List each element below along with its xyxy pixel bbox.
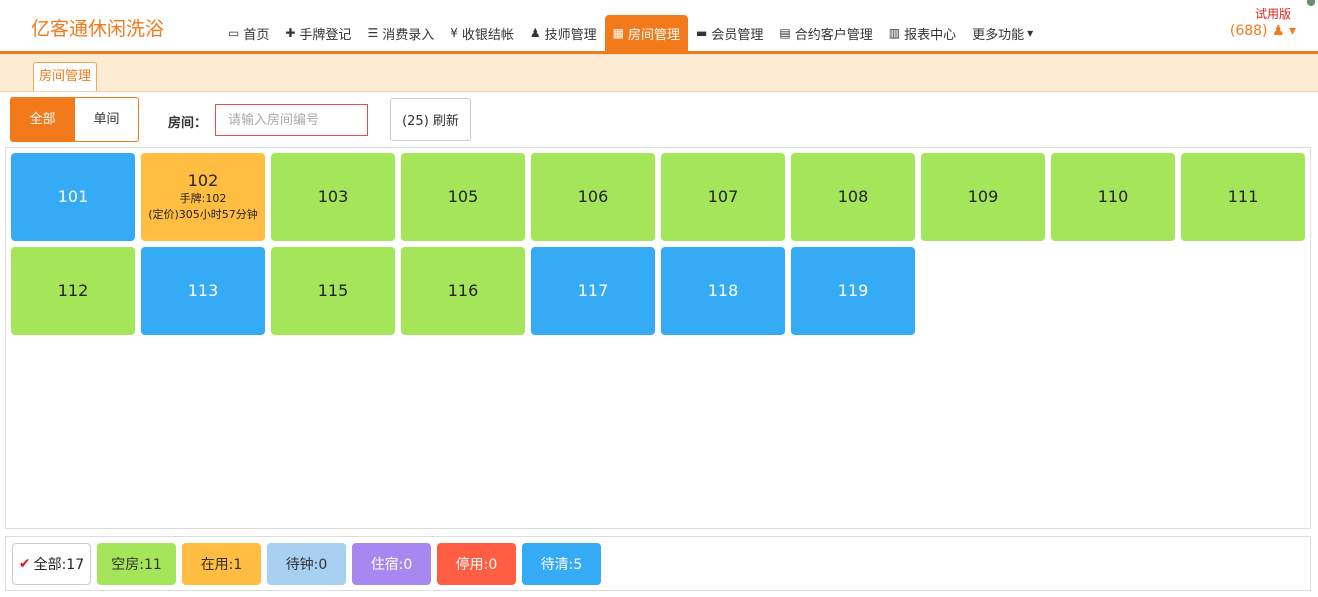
nav-item-label: 消费录入 [382, 27, 435, 43]
grid-icon: ▦ [612, 26, 624, 40]
trial-badge: 试用版 [1254, 7, 1291, 21]
room-search-label: 房间： [168, 116, 208, 131]
nav-item-label: 更多功能 [972, 27, 1025, 43]
user-icon: ♟ [529, 26, 541, 40]
room-number: 107 [707, 187, 739, 206]
nav-item-label: 手牌登记 [299, 27, 352, 43]
status-chip-all[interactable]: ✔ 全部:17 [12, 543, 91, 585]
nav-item-8[interactable]: ▥ 报表中心 [881, 15, 964, 51]
status-chip-lodging[interactable]: 住宿:0 [352, 543, 431, 585]
nav-item-label: 首页 [243, 27, 270, 43]
status-chip-disabled[interactable]: 停用:0 [437, 543, 516, 585]
room-tile[interactable]: 107 [661, 153, 785, 241]
user-id: (688) [1229, 23, 1268, 39]
list-icon: ☰ [367, 26, 379, 40]
plus-icon: ✚ [285, 26, 296, 40]
status-chip-label: 待清:5 [540, 557, 583, 573]
nav-item-0[interactable]: ▭ 首页 [220, 15, 277, 51]
top-navbar: 亿客通休闲洗浴 ▭ 首页 ✚ 手牌登记 ☰ 消费录入 ¥ 收银结帐 ♟ 技师管理 ▦ 房间管理 ▬ 会员管… [0, 0, 1318, 54]
room-tile[interactable]: 109 [921, 153, 1045, 241]
room-timer: (定价)305小时57分钟 [148, 208, 258, 221]
bar-chart-icon: ▥ [888, 26, 901, 40]
room-tile[interactable]: 106 [531, 153, 655, 241]
tab-strip: 房间管理 [0, 54, 1318, 92]
status-dot [1307, 0, 1315, 6]
main-nav: ▭ 首页 ✚ 手牌登记 ☰ 消费录入 ¥ 收银结帐 ♟ 技师管理 ▦ 房间管理 ▬ 会员管理 ▤ 合约客户管理… [220, 15, 1041, 51]
refresh-button[interactable]: (25) 刷新 [390, 98, 471, 141]
yen-icon: ¥ [450, 26, 458, 40]
status-chip-vacant[interactable]: 空房:11 [97, 543, 176, 585]
nav-item-4[interactable]: ♟ 技师管理 [522, 15, 605, 51]
status-chip-label: 住宿:0 [370, 557, 413, 573]
room-search-input[interactable] [215, 104, 368, 136]
status-chip-label: 在用:1 [200, 557, 243, 573]
user-menu[interactable]: (688) ♟ ▾ [1230, 23, 1296, 39]
status-chip-waiting[interactable]: 待钟:0 [267, 543, 346, 585]
room-number: 117 [577, 281, 609, 300]
nav-item-label: 房间管理 [628, 27, 681, 43]
room-tile[interactable]: 101 [11, 153, 135, 241]
nav-item-label: 会员管理 [711, 27, 764, 43]
room-number: 115 [317, 281, 349, 300]
room-tile[interactable]: 111 [1181, 153, 1305, 241]
room-number: 101 [57, 187, 89, 206]
room-number: 108 [837, 187, 869, 206]
status-chip-to_clean[interactable]: 待清:5 [522, 543, 601, 585]
nav-item-9[interactable]: 更多功能 ▾ [964, 15, 1041, 51]
status-chip-label: 空房:11 [111, 557, 162, 573]
room-tile[interactable]: 117 [531, 247, 655, 335]
nav-item-label: 报表中心 [904, 27, 957, 43]
room-number: 112 [57, 281, 89, 300]
room-grid: 101 102 手牌:102 (定价)305小时57分钟 103 105 106 107 108… [5, 147, 1311, 529]
room-number: 102 [187, 171, 219, 190]
room-tile[interactable]: 113 [141, 247, 265, 335]
nav-item-label: 技师管理 [544, 27, 597, 43]
check-icon: ✔ [18, 556, 31, 572]
room-number: 110 [1097, 187, 1129, 206]
brand-logo-text: 亿客通休闲洗浴 [31, 18, 165, 40]
room-tile[interactable]: 112 [11, 247, 135, 335]
room-number: 103 [317, 187, 349, 206]
room-number: 118 [707, 281, 739, 300]
room-number: 105 [447, 187, 479, 206]
room-filter: 全部 单间 [10, 97, 139, 142]
status-chip-label: 停用:0 [455, 557, 498, 573]
nav-item-label: 合约客户管理 [794, 27, 873, 43]
card-icon: ▬ [696, 26, 708, 40]
status-chip-label: 全部:17 [33, 557, 85, 573]
room-tile[interactable]: 119 [791, 247, 915, 335]
status-chip-in_use[interactable]: 在用:1 [182, 543, 261, 585]
nav-item-2[interactable]: ☰ 消费录入 [359, 15, 442, 51]
room-tile[interactable]: 110 [1051, 153, 1175, 241]
room-tile[interactable]: 115 [271, 247, 395, 335]
room-tile[interactable]: 116 [401, 247, 525, 335]
status-summary: ✔ 全部:17 空房:11 在用:1 待钟:0 住宿:0 停用:0 待清:5 [5, 536, 1311, 591]
tab-room-management[interactable]: 房间管理 [33, 62, 98, 91]
filter-single-button[interactable]: 单间 [75, 97, 139, 142]
room-number: 106 [577, 187, 609, 206]
room-number: 119 [837, 281, 869, 300]
room-number: 113 [187, 281, 219, 300]
room-number: 116 [447, 281, 479, 300]
room-number: 109 [967, 187, 999, 206]
nav-item-5[interactable]: ▦ 房间管理 [604, 15, 689, 51]
room-tag: 手牌:102 [179, 192, 227, 205]
room-tile[interactable]: 102 手牌:102 (定价)305小时57分钟 [141, 153, 265, 241]
room-tile[interactable]: 103 [271, 153, 395, 241]
nav-item-6[interactable]: ▬ 会员管理 [688, 15, 771, 51]
user-icon: ♟ ▾ [1271, 23, 1296, 39]
nav-item-1[interactable]: ✚ 手牌登记 [277, 15, 359, 51]
nav-item-3[interactable]: ¥ 收银结帐 [442, 15, 522, 51]
monitor-icon: ▭ [228, 26, 240, 40]
room-number: 111 [1227, 187, 1259, 206]
room-tile[interactable]: 118 [661, 247, 785, 335]
nav-item-label: 收银结帐 [461, 27, 514, 43]
contract-icon: ▤ [779, 26, 791, 40]
nav-item-7[interactable]: ▤ 合约客户管理 [771, 15, 880, 51]
caret-down-icon: ▾ [1027, 26, 1034, 40]
room-tile[interactable]: 108 [791, 153, 915, 241]
status-chip-label: 待钟:0 [285, 557, 328, 573]
room-tile[interactable]: 105 [401, 153, 525, 241]
filter-all-button[interactable]: 全部 [10, 97, 75, 142]
